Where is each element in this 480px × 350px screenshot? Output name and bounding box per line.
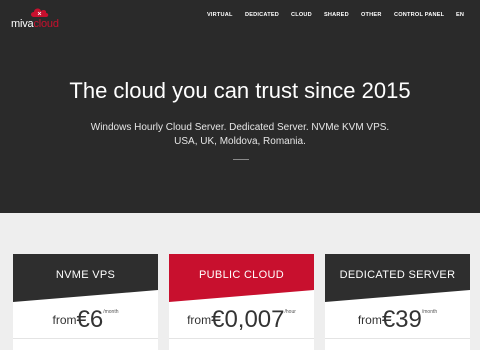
nav-item-cloud[interactable]: CLOUD <box>291 12 312 18</box>
price-unit: /month <box>421 309 438 315</box>
hero-subtitle-line1: Windows Hourly Cloud Server. Dedicated S… <box>90 122 390 133</box>
card-divider <box>325 338 470 339</box>
price-from-label: from <box>357 313 382 327</box>
card-divider <box>169 338 314 339</box>
price-unit: /hour <box>284 309 296 315</box>
plan-title: DEDICATED SERVER <box>339 269 456 281</box>
plan-title: PUBLIC CLOUD <box>199 269 284 281</box>
nav-item-other[interactable]: OTHER <box>361 12 382 18</box>
plan-card-public-cloud[interactable]: PUBLIC CLOUD from€0,007/hour <box>169 254 314 350</box>
language-selector[interactable]: EN <box>456 12 464 18</box>
plan-card-header: NVME VPS <box>13 254 158 302</box>
price-unit: /month <box>103 309 119 315</box>
plan-price: from€39/month <box>325 306 470 334</box>
nav-item-shared[interactable]: SHARED <box>324 12 349 18</box>
plan-card-nvme-vps[interactable]: NVME VPS from€6/month <box>13 254 158 350</box>
nav-item-dedicated[interactable]: DEDICATED <box>245 12 279 18</box>
hero-divider <box>233 159 249 160</box>
plan-price: from€0,007/hour <box>169 306 314 334</box>
price-amount: €6 <box>76 306 104 333</box>
plan-title: NVME VPS <box>55 269 116 281</box>
plan-card-header: PUBLIC CLOUD <box>169 254 314 302</box>
price-amount: €0,007 <box>211 306 285 333</box>
hero-title: The cloud you can trust since 2015 <box>69 78 411 103</box>
price-from-label: from <box>52 313 77 327</box>
price-from-label: from <box>187 313 212 327</box>
plan-price: from€6/month <box>13 306 158 334</box>
nav-item-control-panel[interactable]: CONTROL PANEL <box>394 12 444 18</box>
hero-section: mivacloud VIRTUAL DEDICATED CLOUD SHARED… <box>0 0 480 213</box>
main-nav: VIRTUAL DEDICATED CLOUD SHARED OTHER CON… <box>0 12 480 22</box>
nav-item-virtual[interactable]: VIRTUAL <box>207 12 233 18</box>
price-amount: €39 <box>381 306 422 333</box>
card-divider <box>13 338 158 339</box>
plan-card-header: DEDICATED SERVER <box>325 254 470 302</box>
hero-subtitle-line2: USA, UK, Moldova, Romania. <box>174 136 306 147</box>
plan-card-dedicated-server[interactable]: DEDICATED SERVER from€39/month <box>325 254 470 350</box>
